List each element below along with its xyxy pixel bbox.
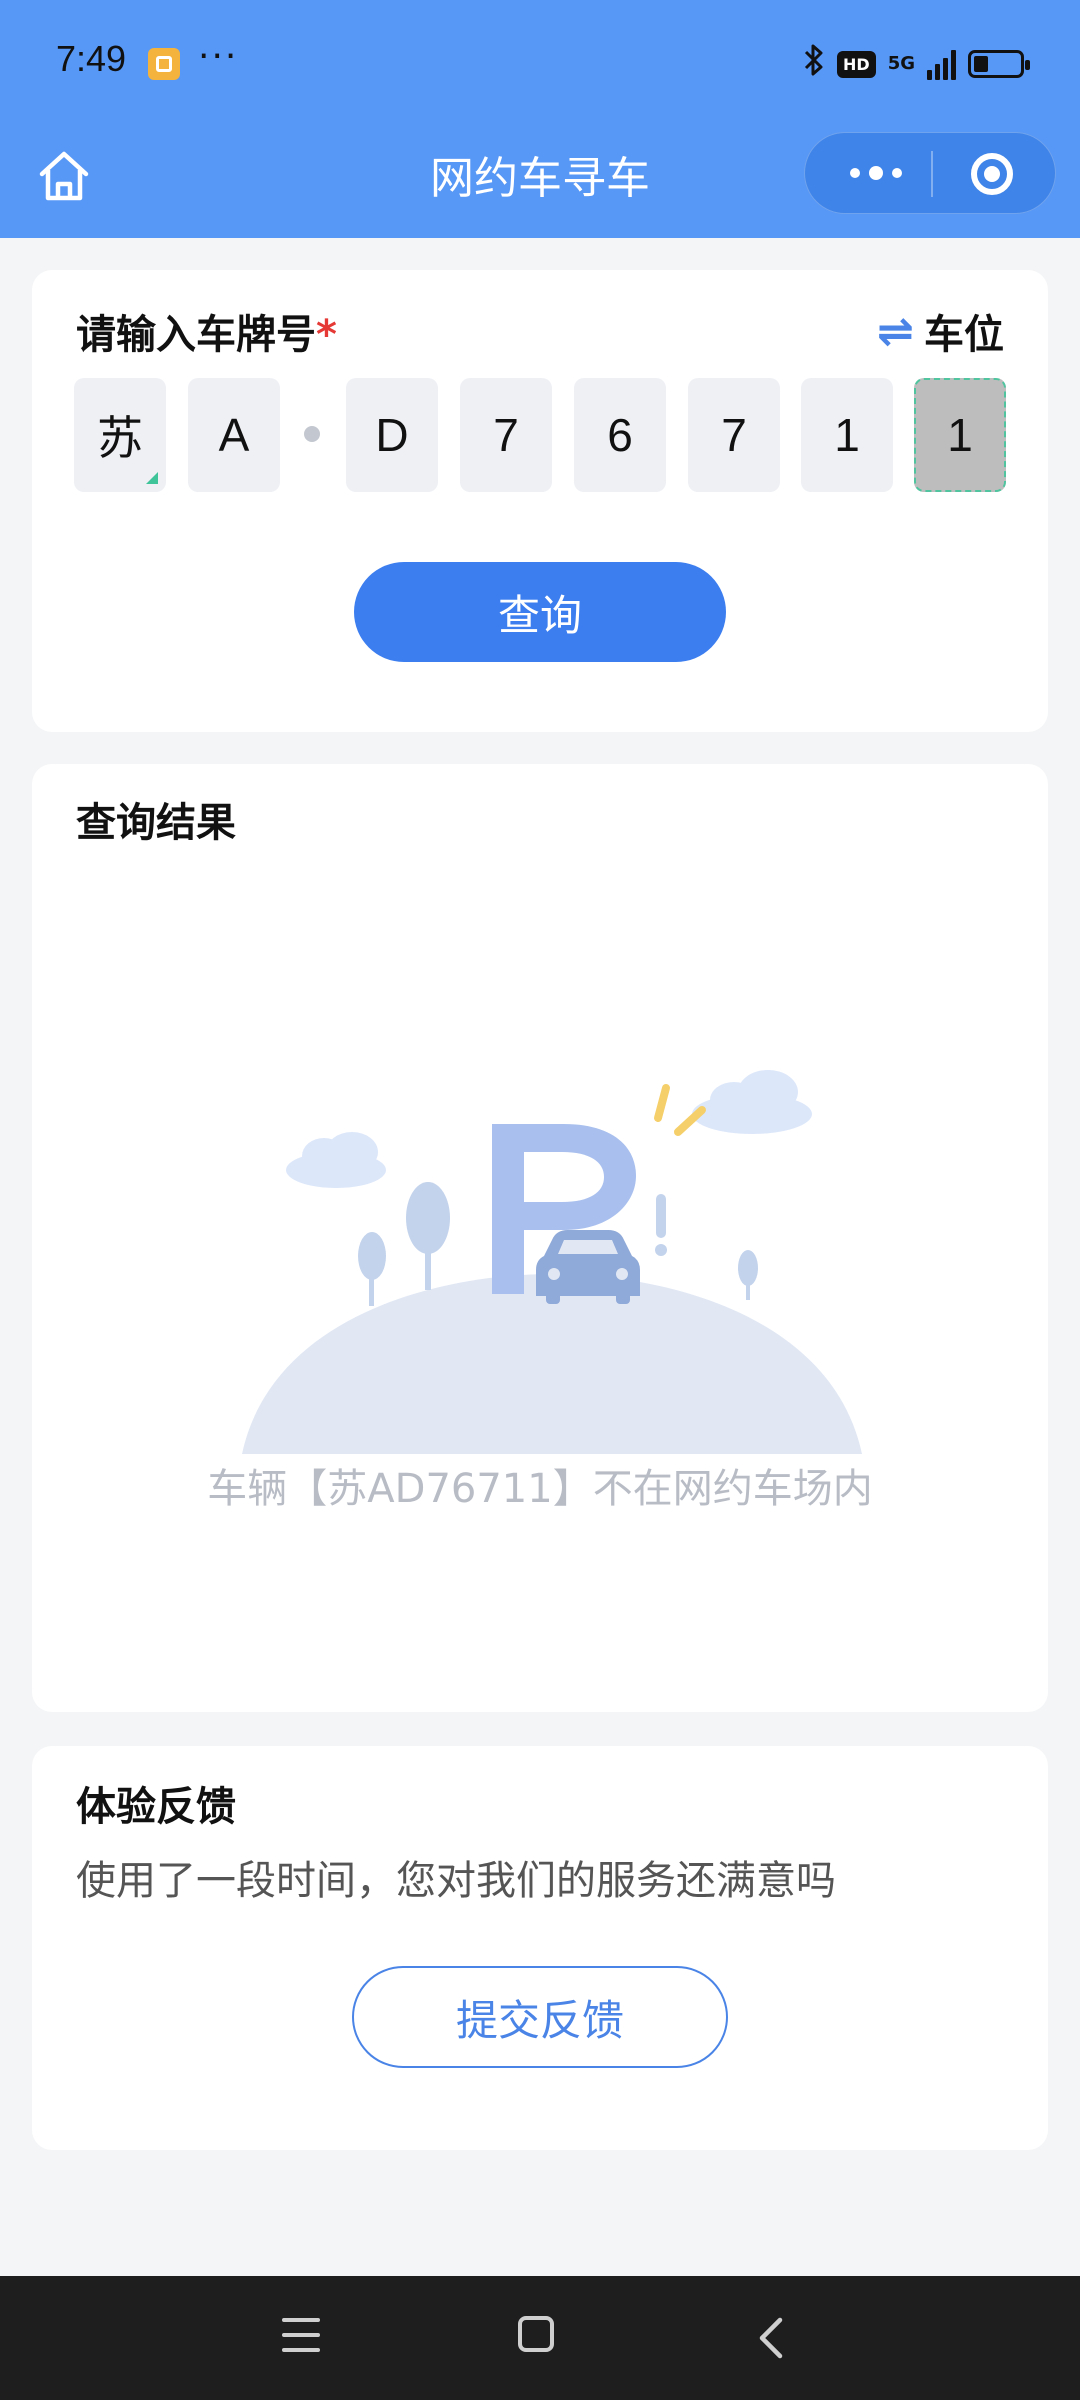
plate-province-box[interactable]: 苏 xyxy=(74,378,166,492)
plate-char-box[interactable]: 6 xyxy=(574,378,666,492)
bluetooth-icon xyxy=(803,43,825,85)
network-type: 5G xyxy=(887,53,915,74)
more-notifications-icon: ··· xyxy=(198,36,239,77)
status-time: 7:49 xyxy=(56,38,127,79)
recent-apps-button[interactable] xyxy=(282,2318,320,2352)
top-bar: 7:49 ··· HD 5G 网约车寻车 xyxy=(0,0,1080,238)
plate-char-box-active[interactable]: 1 xyxy=(914,378,1006,492)
plate-char-box[interactable]: 1 xyxy=(801,378,893,492)
required-mark: * xyxy=(316,312,337,358)
status-indicators: HD 5G xyxy=(803,43,1030,85)
feedback-card: 体验反馈 使用了一段时间，您对我们的服务还满意吗 提交反馈 xyxy=(32,1746,1048,2150)
plate-separator-dot xyxy=(304,426,320,442)
plate-char-box[interactable]: 7 xyxy=(460,378,552,492)
feedback-subtitle: 使用了一段时间，您对我们的服务还满意吗 xyxy=(76,1858,836,1904)
close-mini-program-button[interactable] xyxy=(971,153,1013,195)
capsule-divider xyxy=(931,151,933,197)
plate-char-box[interactable]: D xyxy=(346,378,438,492)
back-icon xyxy=(759,2317,783,2359)
empty-result-message: 车辆【苏AD76711】不在网约车场内 xyxy=(207,1466,873,1512)
plate-input-label: 请输入车牌号* xyxy=(76,312,337,358)
system-navigation-bar xyxy=(0,2276,1080,2400)
battery-icon xyxy=(968,50,1030,78)
result-card: 查询结果 车辆【苏AD76711】不在网约车场内 xyxy=(32,764,1048,1712)
back-button[interactable] xyxy=(752,2316,792,2360)
feedback-title: 体验反馈 xyxy=(76,1784,236,1830)
plate-search-card: 请输入车牌号* ⇌ 车位 苏 A D 7 6 7 1 1 查询 xyxy=(32,270,1048,732)
result-title: 查询结果 xyxy=(76,800,236,846)
parking-not-found-illustration xyxy=(242,1070,862,1454)
more-options-button[interactable] xyxy=(841,151,911,195)
swap-icon: ⇌ xyxy=(877,305,914,357)
home-system-button[interactable] xyxy=(518,2316,554,2352)
notes-app-icon xyxy=(148,48,180,80)
switch-to-parking-space-button[interactable]: ⇌ 车位 xyxy=(877,302,1004,360)
status-bar: 7:49 ··· HD 5G xyxy=(0,0,1080,130)
query-button[interactable]: 查询 xyxy=(354,562,726,662)
submit-feedback-button[interactable]: 提交反馈 xyxy=(352,1966,728,2068)
plate-char-box[interactable]: 7 xyxy=(688,378,780,492)
mini-program-capsule xyxy=(804,132,1056,214)
switch-label: 车位 xyxy=(924,312,1004,358)
plate-char-box[interactable]: A xyxy=(188,378,280,492)
hd-badge: HD xyxy=(837,50,876,78)
signal-icon xyxy=(927,48,956,80)
